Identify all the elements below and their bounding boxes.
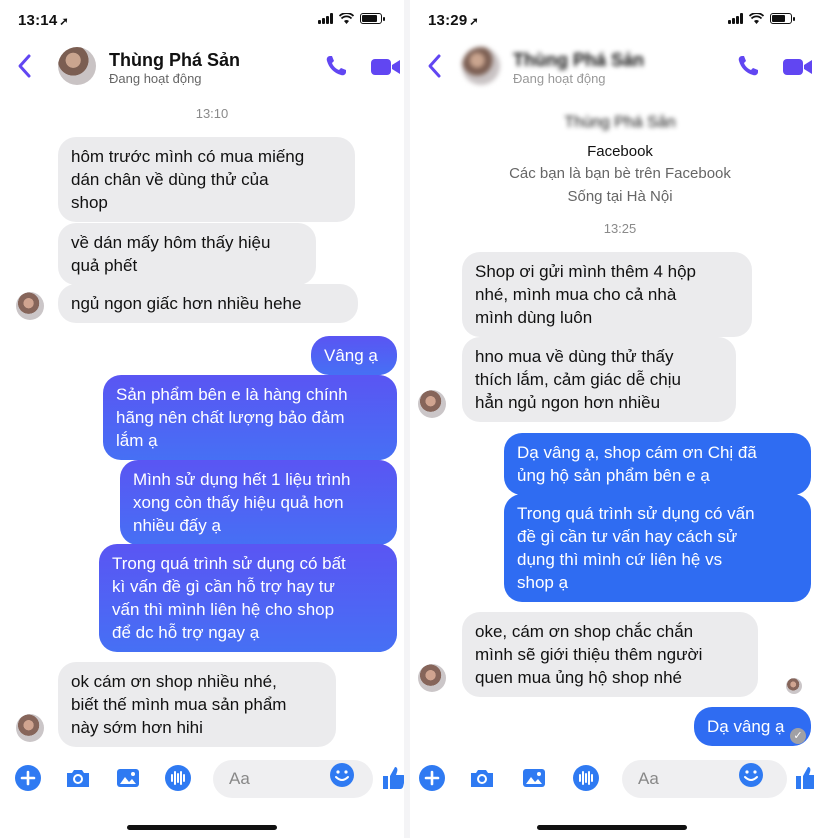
camera-icon[interactable] bbox=[468, 764, 496, 792]
left-screenshot: 13:14 ➚ Thùng Phá Sản Đang hoạt động 13:1… bbox=[0, 0, 404, 838]
signal-icon bbox=[728, 13, 743, 24]
plus-icon[interactable] bbox=[418, 764, 446, 792]
message-bubble-incoming[interactable]: ok cám ơn shop nhiều nhé, biết thế mình … bbox=[58, 662, 336, 747]
back-chevron-icon[interactable] bbox=[14, 52, 36, 80]
message-bubble-outgoing[interactable]: Trong quá trình sử dụng có vấn đề gì cần… bbox=[504, 494, 811, 602]
message-bubble-outgoing[interactable]: Sản phẩm bên e là hàng chính hãng nên ch… bbox=[103, 375, 397, 460]
phone-call-icon[interactable] bbox=[736, 54, 762, 78]
wifi-icon bbox=[339, 13, 354, 24]
wifi-icon bbox=[749, 13, 764, 24]
battery-icon bbox=[770, 13, 795, 24]
sender-avatar[interactable] bbox=[418, 664, 446, 692]
right-screenshot: 13:29 ➚ Thùng Phá Sản Đang hoạt động Thùn… bbox=[410, 0, 814, 838]
message-bubble-outgoing[interactable]: Mình sử dụng hết 1 liệu trình xong còn t… bbox=[120, 460, 397, 545]
phone-call-icon[interactable] bbox=[324, 54, 350, 78]
message-bubble-outgoing[interactable]: Dạ vâng ạ, shop cám ơn Chị đã ủng hộ sản… bbox=[504, 433, 811, 495]
home-indicator bbox=[537, 825, 687, 830]
status-time: 13:29 ➚ bbox=[428, 12, 479, 29]
message-composer: Aa bbox=[410, 756, 814, 800]
sender-avatar[interactable] bbox=[418, 390, 446, 418]
home-indicator bbox=[127, 825, 277, 830]
message-bubble-outgoing[interactable]: Trong quá trình sử dụng có bất kì vấn đề… bbox=[99, 544, 397, 652]
message-time-label: 13:10 bbox=[195, 106, 229, 121]
message-bubble-incoming[interactable]: về dán mấy hôm thấy hiệu quả phết bbox=[58, 223, 316, 285]
message-composer: Aa bbox=[0, 756, 404, 800]
voice-message-icon[interactable] bbox=[572, 764, 600, 792]
emoji-icon[interactable] bbox=[738, 762, 764, 788]
message-bubble-outgoing[interactable]: Vâng ạ bbox=[311, 336, 397, 375]
profile-name: Thùng Phá Sản bbox=[564, 114, 676, 131]
back-chevron-icon[interactable] bbox=[424, 52, 446, 80]
contact-avatar[interactable] bbox=[462, 47, 500, 85]
contact-name[interactable]: Thùng Phá Sản bbox=[109, 50, 240, 71]
message-bubble-incoming[interactable]: hno mua về dùng thử thấy thích lắm, cảm … bbox=[462, 337, 736, 422]
plus-icon[interactable] bbox=[14, 764, 42, 792]
status-time: 13:14 ➚ bbox=[18, 12, 69, 29]
profile-friends-line: Các bạn là bạn bè trên Facebook bbox=[509, 165, 731, 182]
message-bubble-incoming[interactable]: ngủ ngon giấc hơn nhiều hehe bbox=[58, 284, 358, 323]
video-call-icon[interactable] bbox=[370, 56, 402, 78]
sent-check-icon: ✓ bbox=[790, 728, 806, 744]
contact-status: Đang hoạt động bbox=[109, 71, 202, 86]
sender-avatar[interactable] bbox=[16, 292, 44, 320]
voice-message-icon[interactable] bbox=[164, 764, 192, 792]
profile-location: Sống tại Hà Nội bbox=[567, 188, 673, 205]
sender-avatar[interactable] bbox=[16, 714, 44, 742]
status-icons bbox=[318, 13, 385, 24]
thumbs-up-icon[interactable] bbox=[793, 764, 814, 792]
read-receipt-avatar bbox=[786, 678, 802, 694]
photo-gallery-icon[interactable] bbox=[520, 764, 548, 792]
battery-icon bbox=[360, 13, 385, 24]
conversation-header: Thùng Phá Sản Đang hoạt động bbox=[410, 42, 814, 92]
emoji-icon[interactable] bbox=[329, 762, 355, 788]
video-call-icon[interactable] bbox=[782, 56, 814, 78]
message-bubble-incoming[interactable]: oke, cám ơn shop chắc chắn mình sẽ giới … bbox=[462, 612, 758, 697]
message-time-label: 13:25 bbox=[603, 221, 637, 236]
profile-source: Facebook bbox=[587, 143, 653, 160]
contact-status: Đang hoạt động bbox=[513, 71, 606, 86]
contact-name[interactable]: Thùng Phá Sản bbox=[513, 50, 644, 71]
message-bubble-incoming[interactable]: hôm trước mình có mua miếng dán chân về … bbox=[58, 137, 355, 222]
photo-gallery-icon[interactable] bbox=[114, 764, 142, 792]
status-icons bbox=[728, 13, 795, 24]
camera-icon[interactable] bbox=[64, 764, 92, 792]
signal-icon bbox=[318, 13, 333, 24]
thumbs-up-icon[interactable] bbox=[380, 764, 404, 792]
contact-avatar[interactable] bbox=[58, 47, 96, 85]
message-bubble-incoming[interactable]: Shop ơi gửi mình thêm 4 hộp nhé, mình mu… bbox=[462, 252, 752, 337]
conversation-header: Thùng Phá Sản Đang hoạt động bbox=[0, 42, 404, 92]
